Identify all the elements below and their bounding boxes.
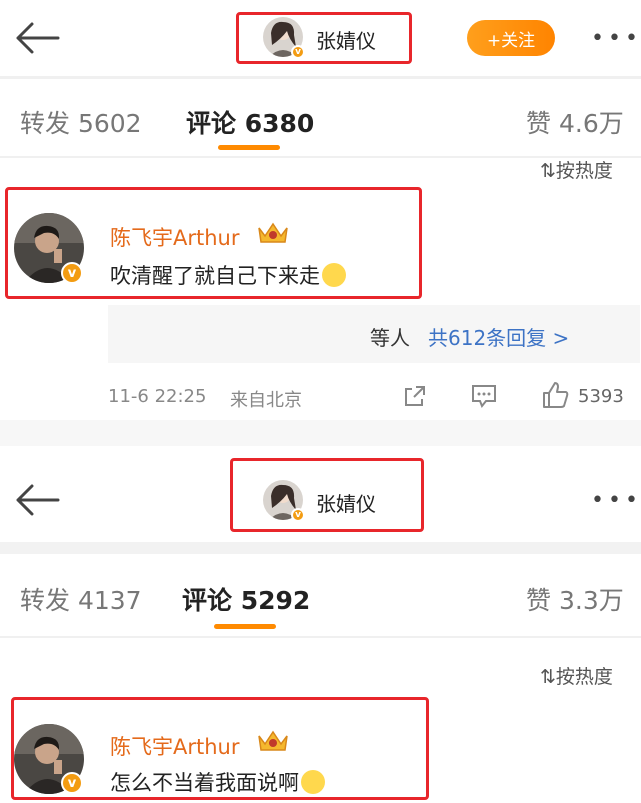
page-title: 张婧仪 <box>316 492 376 516</box>
share-icon[interactable] <box>402 383 428 413</box>
tab-label: 评论 <box>182 586 233 615</box>
crown-badge-icon <box>255 728 291 754</box>
reply-icon[interactable] <box>470 383 498 413</box>
sort-button[interactable]: ⇅按热度 <box>540 662 613 689</box>
divider <box>0 542 641 554</box>
tab-count: 6380 <box>244 109 315 138</box>
tab-comments[interactable]: 评论 5292 <box>182 581 310 617</box>
commenter-name[interactable]: 陈飞宇Arthur <box>110 222 240 252</box>
replies-link[interactable]: 共612条回复 > <box>428 322 569 351</box>
tab-reposts[interactable]: 转发 4137 <box>20 581 142 617</box>
tab-count: 3.3万 <box>558 586 624 615</box>
follow-button[interactable]: +关注 <box>467 20 555 56</box>
tab-reposts[interactable]: 转发 5602 <box>20 104 142 140</box>
emoji-icon <box>322 263 346 287</box>
tab-count: 4.6万 <box>558 109 624 138</box>
page-title: 张婧仪 <box>316 29 376 53</box>
divider <box>0 636 641 638</box>
verified-badge-icon: v <box>291 508 305 522</box>
commenter-name[interactable]: 陈飞宇Arthur <box>110 731 240 761</box>
back-button[interactable] <box>12 20 62 56</box>
active-tab-indicator <box>218 145 280 150</box>
comment-timestamp: 11-6 22:25 <box>108 386 207 407</box>
verified-badge-icon: v <box>291 45 305 59</box>
verified-badge-icon: v <box>61 262 83 284</box>
tab-label: 赞 <box>526 109 552 138</box>
crown-badge-icon <box>255 220 291 246</box>
sort-label: 按热度 <box>555 160 613 182</box>
like-icon[interactable] <box>540 380 570 414</box>
more-options-icon[interactable]: ••• <box>591 488 641 513</box>
more-options-icon[interactable]: ••• <box>591 26 641 51</box>
back-button[interactable] <box>12 482 62 518</box>
tab-label: 赞 <box>526 586 552 615</box>
comment-text-content: 吹清醒了就自己下来走 <box>110 264 320 288</box>
tab-likes[interactable]: 赞 3.3万 <box>526 581 624 617</box>
sort-label: 按热度 <box>555 666 613 688</box>
tab-comments[interactable]: 评论 6380 <box>186 104 314 140</box>
sort-icon: ⇅ <box>540 160 556 182</box>
tab-label: 转发 <box>20 586 71 615</box>
tab-label: 转发 <box>20 109 71 138</box>
screenshot-separator <box>0 420 641 446</box>
active-tab-indicator <box>214 624 276 629</box>
verified-badge-icon: v <box>61 772 83 794</box>
comment-location: 来自北京 <box>230 390 302 411</box>
tab-count: 4137 <box>77 586 142 615</box>
sort-icon: ⇅ <box>540 666 556 688</box>
sort-button[interactable]: ⇅按热度 <box>540 156 613 183</box>
like-count: 5393 <box>578 386 624 407</box>
divider <box>0 76 641 79</box>
arrow-left-icon <box>16 484 60 516</box>
arrow-left-icon <box>16 22 60 54</box>
comment-text-content: 怎么不当着我面说啊 <box>110 771 299 795</box>
comment-text: 怎么不当着我面说啊 <box>110 767 325 797</box>
comment-text: 吹清醒了就自己下来走 <box>110 260 346 290</box>
replies-prefix: 等人 <box>370 326 410 350</box>
tab-label: 评论 <box>186 109 237 138</box>
tab-count: 5602 <box>77 109 142 138</box>
emoji-icon <box>301 770 325 794</box>
tab-count: 5292 <box>240 586 311 615</box>
tab-likes[interactable]: 赞 4.6万 <box>526 104 624 140</box>
